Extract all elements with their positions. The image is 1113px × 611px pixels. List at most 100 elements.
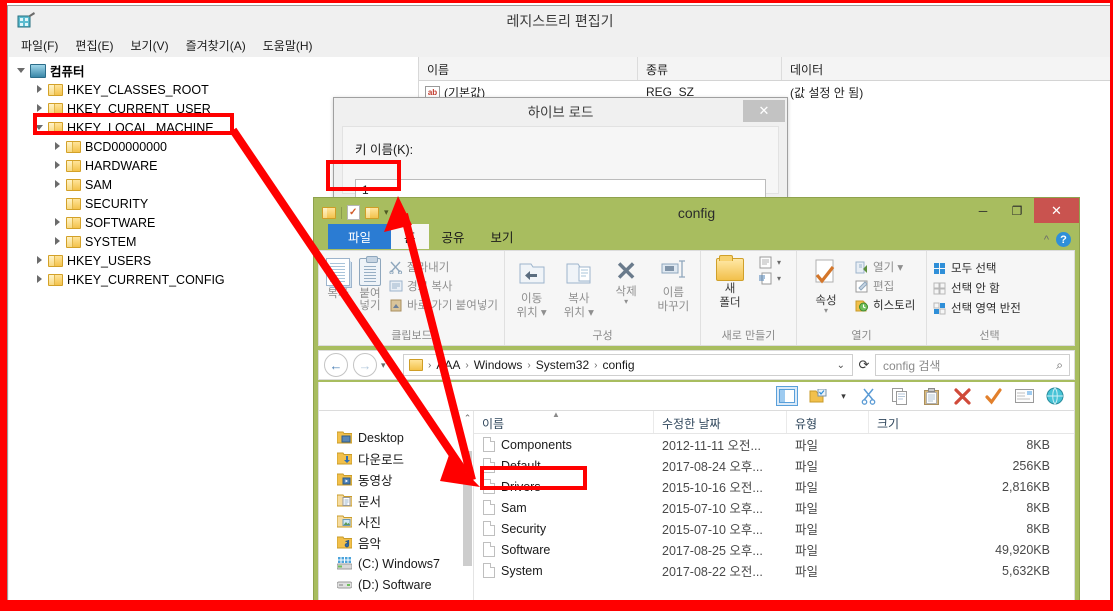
close-button[interactable]: ✕ xyxy=(1034,198,1079,223)
tab-share[interactable]: 공유 xyxy=(429,224,478,249)
nav-item-downloads[interactable]: 다운로드 xyxy=(319,448,473,469)
help-icon[interactable]: ? xyxy=(1056,232,1071,247)
column-header-type[interactable]: 종류 xyxy=(638,57,782,80)
menu-item-favorites[interactable]: 즐겨찾기(A) xyxy=(186,37,246,54)
column-header-type[interactable]: 유형 xyxy=(787,411,869,433)
twisty-open-icon[interactable] xyxy=(17,65,28,76)
nav-item-drive-e[interactable]: (E:) MultiBoot xyxy=(319,595,473,601)
menu-item-help[interactable]: 도움말(H) xyxy=(263,37,313,54)
select-none-button[interactable]: 선택 안 함 xyxy=(933,280,1021,296)
nav-item-drive-d[interactable]: (D:) Software xyxy=(319,574,473,595)
button-label: 열기 ▾ xyxy=(873,262,904,274)
search-input[interactable]: config 검색 ⌕ xyxy=(875,354,1070,376)
easy-access-button[interactable]: ▾ xyxy=(759,272,781,285)
history-button[interactable]: 히스토리 xyxy=(855,297,915,313)
scrollbar-thumb[interactable] xyxy=(463,451,472,566)
internet-icon[interactable] xyxy=(1044,386,1066,406)
tab-home[interactable]: 홈 xyxy=(391,224,429,249)
collapse-ribbon-icon[interactable]: ^ xyxy=(1044,234,1049,246)
close-icon[interactable]: ✕ xyxy=(743,100,785,122)
twisty-closed-icon[interactable] xyxy=(53,217,64,228)
tab-view[interactable]: 보기 xyxy=(478,224,527,249)
column-header-name[interactable]: 이름 ▲ xyxy=(474,411,654,433)
copy-to-button[interactable]: 복사 위치 ▾ xyxy=(556,254,601,319)
select-all-button[interactable]: 모두 선택 xyxy=(933,260,1021,276)
copy-icon[interactable] xyxy=(889,386,911,406)
edit-button[interactable]: 편집 xyxy=(855,278,915,294)
twisty-open-icon[interactable] xyxy=(35,122,46,133)
file-list-pane[interactable]: 이름 ▲ 수정한 날짜 유형 크기 Components 2012-11-11 … xyxy=(474,411,1074,600)
twisty-closed-icon[interactable] xyxy=(53,160,64,171)
table-row[interactable]: Drivers 2015-10-16 오전... 파일 2,816KB xyxy=(474,476,1074,497)
paste-shortcut-button[interactable]: 바로 가기 붙여넣기 xyxy=(389,297,498,313)
twisty-closed-icon[interactable] xyxy=(53,236,64,247)
file-type: 파일 xyxy=(795,502,819,516)
chevron-down-icon[interactable]: ⌄ xyxy=(837,360,852,371)
twisty-closed-icon[interactable] xyxy=(35,84,46,95)
back-arrow-icon[interactable]: ← xyxy=(324,353,348,377)
refresh-icon[interactable]: ⟳ xyxy=(853,357,875,373)
properties-button[interactable]: 속성 ▾ xyxy=(801,254,851,317)
navigation-pane-icon[interactable] xyxy=(776,386,798,406)
cut-icon[interactable] xyxy=(858,386,880,406)
recent-locations-icon[interactable]: ▾ xyxy=(381,360,386,371)
nav-item-pictures[interactable]: 사진 xyxy=(319,511,473,532)
paste-icon[interactable] xyxy=(920,386,942,406)
menu-item-view[interactable]: 보기(V) xyxy=(130,37,168,54)
tree-item-computer[interactable]: 컴퓨터 xyxy=(9,61,418,80)
column-header-data[interactable]: 데이터 xyxy=(782,57,1111,80)
up-arrow-icon[interactable]: ↑ xyxy=(391,358,398,373)
delete-button[interactable]: ✕ 삭제 ▾ xyxy=(604,254,649,308)
copy-button[interactable]: 복사 xyxy=(323,254,353,300)
nav-item-music[interactable]: 음악 xyxy=(319,532,473,553)
table-row[interactable]: Sam 2015-07-10 오후... 파일 8KB xyxy=(474,497,1074,518)
file-icon xyxy=(483,542,495,557)
explorer-main-area: Desktop 다운로드 동영상 문서 사진 음악 (C:) Windows7 … xyxy=(318,410,1075,601)
nav-item-documents[interactable]: 문서 xyxy=(319,490,473,511)
cut-button[interactable]: 잘라내기 xyxy=(389,259,498,275)
tab-file[interactable]: 파일 xyxy=(328,224,392,249)
new-folder-button[interactable]: 새 폴더 xyxy=(705,254,755,309)
navigation-pane-scrollbar[interactable]: ⌃ xyxy=(462,411,473,600)
scroll-up-icon[interactable]: ⌃ xyxy=(462,413,473,424)
forward-arrow-icon[interactable]: → xyxy=(353,353,377,377)
table-row[interactable]: Security 2015-07-10 오후... 파일 8KB xyxy=(474,518,1074,539)
open-button[interactable]: 열기 ▾ xyxy=(855,259,915,275)
paste-button[interactable]: 붙여넣기 xyxy=(355,254,385,312)
invert-selection-button[interactable]: 선택 영역 반전 xyxy=(933,300,1021,316)
breadcrumb-item-system32[interactable]: System32 xyxy=(536,358,589,372)
table-row[interactable]: Software 2017-08-25 오후... 파일 49,920KB xyxy=(474,539,1074,560)
breadcrumb-item-config[interactable]: config xyxy=(602,358,634,372)
nav-item-drive-c[interactable]: (C:) Windows7 xyxy=(319,553,473,574)
menu-item-file[interactable]: 파일(F) xyxy=(21,37,58,54)
minimize-button[interactable]: ─ xyxy=(966,198,1000,223)
new-item-button[interactable]: ▾ xyxy=(759,256,781,269)
nav-item-videos[interactable]: 동영상 xyxy=(319,469,473,490)
maximize-button[interactable]: ❐ xyxy=(1000,198,1034,223)
twisty-closed-icon[interactable] xyxy=(35,103,46,114)
confirm-icon[interactable] xyxy=(982,386,1004,406)
column-header-name[interactable]: 이름 xyxy=(419,57,638,80)
column-header-modified[interactable]: 수정한 날짜 xyxy=(654,411,787,433)
breadcrumb[interactable]: › AAA › Windows › System32 › config ⌄ xyxy=(403,354,853,376)
table-row[interactable]: Components 2012-11-11 오전... 파일 8KB xyxy=(474,434,1074,455)
copy-path-button[interactable]: 경로 복사 xyxy=(389,278,498,294)
dropdown-icon[interactable]: ▾ xyxy=(838,386,849,406)
menu-item-edit[interactable]: 편집(E) xyxy=(75,37,113,54)
table-row[interactable]: System 2017-08-22 오전... 파일 5,632KB xyxy=(474,560,1074,581)
twisty-closed-icon[interactable] xyxy=(53,179,64,190)
nav-item-desktop[interactable]: Desktop xyxy=(319,427,473,448)
column-header-size[interactable]: 크기 xyxy=(869,411,1074,433)
properties-icon[interactable] xyxy=(1013,386,1035,406)
twisty-closed-icon[interactable] xyxy=(35,255,46,266)
twisty-closed-icon[interactable] xyxy=(53,141,64,152)
table-row[interactable]: Default 2017-08-24 오후... 파일 256KB xyxy=(474,455,1074,476)
move-to-button[interactable]: 이동 위치 ▾ xyxy=(509,254,554,319)
breadcrumb-item-aaa[interactable]: AAA xyxy=(436,358,460,372)
navigation-pane[interactable]: Desktop 다운로드 동영상 문서 사진 음악 (C:) Windows7 … xyxy=(319,411,474,600)
rename-button[interactable]: 이름 바꾸기 xyxy=(651,254,696,313)
breadcrumb-item-windows[interactable]: Windows xyxy=(474,358,523,372)
twisty-closed-icon[interactable] xyxy=(35,274,46,285)
delete-icon[interactable] xyxy=(951,386,973,406)
folder-options-icon[interactable] xyxy=(807,386,829,406)
